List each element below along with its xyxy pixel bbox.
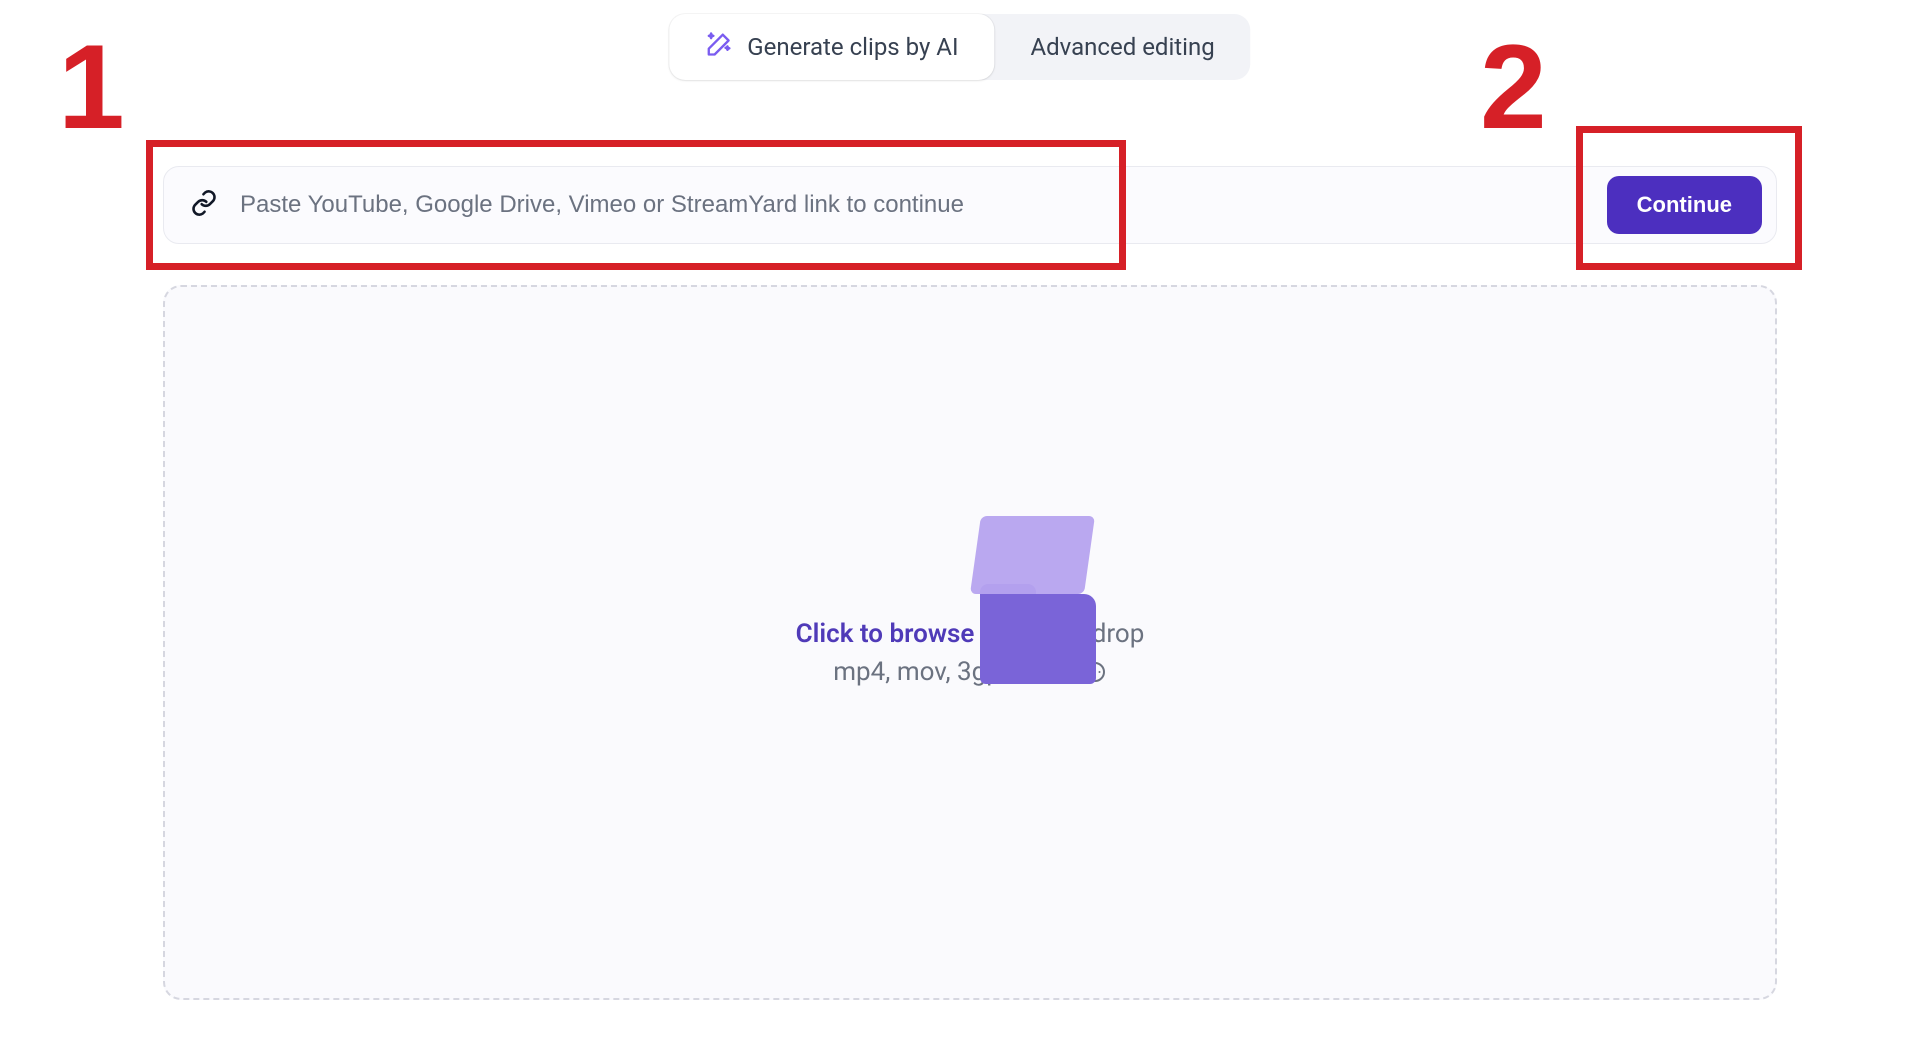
tab-advanced-editing[interactable]: Advanced editing: [994, 14, 1250, 80]
url-input-row: Continue: [163, 166, 1777, 244]
link-icon: [190, 189, 218, 221]
tab-label: Generate clips by AI: [747, 33, 958, 61]
mode-tabs: Generate clips by AI Advanced editing: [669, 14, 1250, 80]
annotation-number-1: 1: [58, 18, 125, 156]
upload-dropzone[interactable]: Click to browse or drag & drop mp4, mov,…: [163, 285, 1777, 1000]
tab-label: Advanced editing: [1030, 33, 1214, 61]
video-url-input[interactable]: [240, 191, 1585, 219]
continue-button[interactable]: Continue: [1607, 176, 1762, 234]
wand-icon: [705, 30, 733, 64]
tab-generate-clips[interactable]: Generate clips by AI: [669, 14, 994, 80]
annotation-number-2: 2: [1480, 18, 1547, 156]
browse-link[interactable]: Click to browse: [796, 619, 975, 649]
